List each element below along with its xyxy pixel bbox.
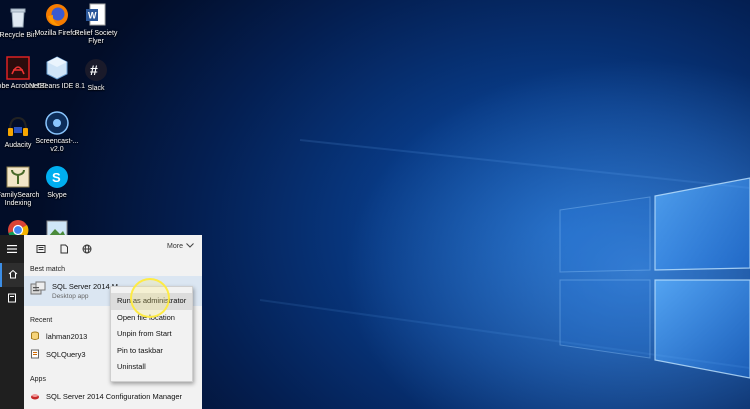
recent-item-label: SQLQuery3 xyxy=(46,349,86,359)
more-label: More xyxy=(167,243,183,250)
app-result-item[interactable]: SQL Server 2014 Configuration Manager xyxy=(24,387,202,405)
hamburger-icon xyxy=(7,240,17,258)
desktop-icon-slack[interactable]: # Slack xyxy=(67,57,125,93)
apps-header: Apps xyxy=(30,376,46,383)
uninstall-item[interactable]: Uninstall xyxy=(111,359,192,376)
chevron-down-icon xyxy=(186,243,194,250)
desktop-icon-skype[interactable]: S Skype xyxy=(28,164,86,200)
start-rail xyxy=(0,235,24,409)
best-match-header: Best match xyxy=(30,266,66,273)
unpin-from-start-item[interactable]: Unpin from Start xyxy=(111,326,192,343)
recent-item-label: lahman2013 xyxy=(46,331,88,341)
context-menu: Run as administrator Open file location … xyxy=(110,286,193,382)
home-icon xyxy=(8,266,18,284)
sql-query-file-icon xyxy=(30,349,40,359)
documents-filter-icon[interactable] xyxy=(57,242,71,256)
svg-text:S: S xyxy=(52,170,61,185)
desktop-icon-word-document[interactable]: W Relief Society Flyer xyxy=(67,2,125,46)
pin-to-taskbar-item[interactable]: Pin to taskbar xyxy=(111,343,192,360)
config-manager-icon xyxy=(30,391,40,401)
run-as-administrator-item[interactable]: Run as administrator xyxy=(111,293,192,310)
app-result-label: SQL Server 2014 Configuration Manager xyxy=(46,391,183,401)
skype-icon: S xyxy=(44,164,70,190)
screencast-icon xyxy=(44,110,70,136)
home-button[interactable] xyxy=(0,263,24,287)
sql-server-icon xyxy=(30,281,46,302)
open-file-location-item[interactable]: Open file location xyxy=(111,310,192,327)
database-file-icon xyxy=(30,331,40,341)
slack-icon: # xyxy=(83,57,109,83)
panel-filter-bar: More xyxy=(24,235,202,263)
svg-text:W: W xyxy=(88,11,97,21)
more-filters-button[interactable]: More xyxy=(167,243,194,250)
web-filter-icon[interactable] xyxy=(80,242,94,256)
word-document-icon: W xyxy=(83,2,109,28)
notebook-icon xyxy=(7,290,17,308)
hamburger-menu-button[interactable] xyxy=(0,237,24,261)
best-match-subtitle: Desktop app xyxy=(52,293,89,300)
apps-filter-icon[interactable] xyxy=(34,242,48,256)
notebook-button[interactable] xyxy=(0,287,24,311)
svg-text:#: # xyxy=(90,62,98,78)
desktop-icon-screencast[interactable]: Screencast-... v2.0 xyxy=(28,110,86,154)
best-match-title: SQL Server 2014 M xyxy=(52,282,119,291)
